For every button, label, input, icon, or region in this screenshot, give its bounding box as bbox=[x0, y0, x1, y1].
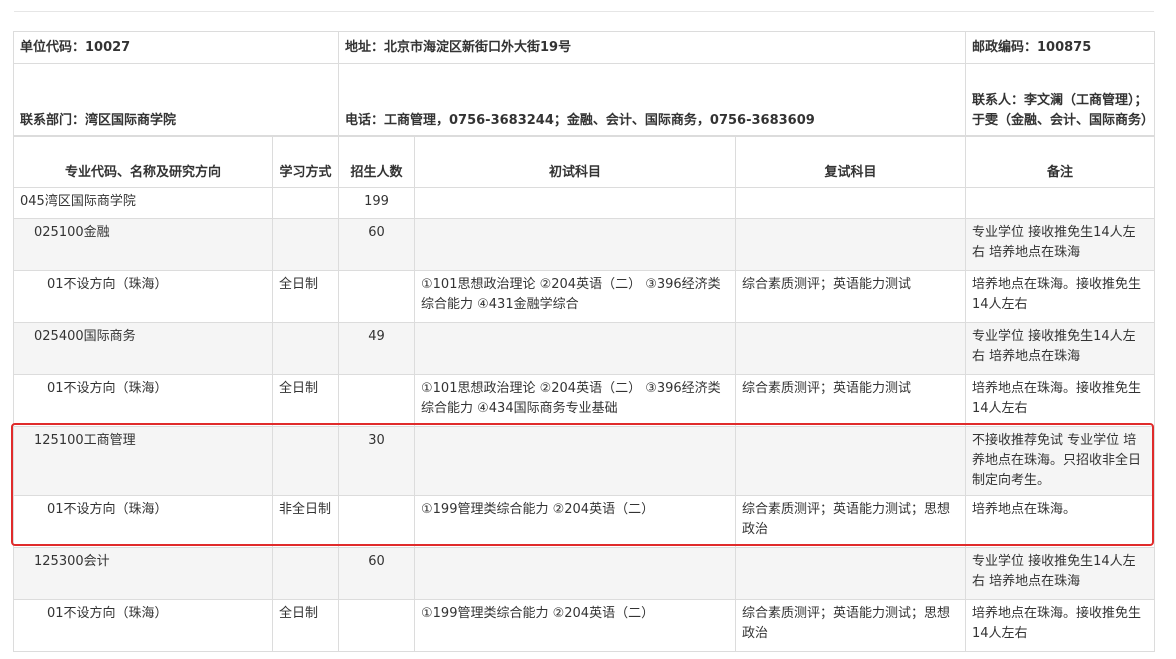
mode-cell: 全日制 bbox=[272, 374, 339, 427]
postcode: 邮政编码：100875 bbox=[965, 31, 1155, 64]
quota-cell bbox=[338, 374, 415, 427]
major-cell: 025100金融 bbox=[13, 218, 273, 271]
quota-cell: 60 bbox=[338, 547, 415, 600]
exam-cell bbox=[414, 547, 736, 600]
address: 地址：北京市海淀区新街口外大街19号 bbox=[338, 31, 966, 64]
mode-cell: 非全日制 bbox=[272, 495, 339, 548]
note-cell: 专业学位 接收推免生14人左右 培养地点在珠海 bbox=[965, 547, 1155, 600]
table-header-row: 专业代码、名称及研究方向 学习方式 招生人数 初试科目 复试科目 备注 bbox=[13, 136, 1155, 188]
exam-cell: ①101思想政治理论 ②204英语（二） ③396经济类综合能力 ④434国际商… bbox=[414, 374, 736, 427]
exam-cell: ①101思想政治理论 ②204英语（二） ③396经济类综合能力 ④431金融学… bbox=[414, 270, 736, 323]
retest-cell: 综合素质测评；英语能力测试；思想政治 bbox=[735, 599, 966, 652]
table-row: 01不设方向（珠海） 非全日制 ①199管理类综合能力 ②204英语（二） 综合… bbox=[13, 495, 1155, 548]
retest-cell: 综合素质测评；英语能力测试 bbox=[735, 374, 966, 427]
note-cell: 专业学位 接收推免生14人左右 培养地点在珠海 bbox=[965, 322, 1155, 375]
retest-cell bbox=[735, 426, 966, 496]
header-exam: 初试科目 bbox=[414, 136, 736, 188]
table-row: 045湾区国际商学院 199 bbox=[13, 187, 1155, 219]
major-cell: 01不设方向（珠海） bbox=[13, 599, 273, 652]
quota-cell: 30 bbox=[338, 426, 415, 496]
retest-cell bbox=[735, 547, 966, 600]
major-cell: 045湾区国际商学院 bbox=[13, 187, 273, 219]
major-cell: 01不设方向（珠海） bbox=[13, 270, 273, 323]
note-cell: 培养地点在珠海。接收推免生14人左右 bbox=[965, 270, 1155, 323]
phone: 电话：工商管理，0756-3683244；金融、会计、国际商务，0756-368… bbox=[338, 63, 966, 136]
retest-cell bbox=[735, 322, 966, 375]
quota-cell bbox=[338, 270, 415, 323]
quota-cell: 199 bbox=[338, 187, 415, 219]
note-cell: 培养地点在珠海。接收推免生14人左右 bbox=[965, 374, 1155, 427]
exam-cell bbox=[414, 426, 736, 496]
table-row: 125100工商管理 30 不接收推荐免试 专业学位 培养地点在珠海。只招收非全… bbox=[13, 426, 1155, 496]
note-cell: 不接收推荐免试 专业学位 培养地点在珠海。只招收非全日制定向考生。 bbox=[965, 426, 1155, 496]
table-row: 025400国际商务 49 专业学位 接收推免生14人左右 培养地点在珠海 bbox=[13, 322, 1155, 375]
note-cell: 专业学位 接收推免生14人左右 培养地点在珠海 bbox=[965, 218, 1155, 271]
table-row: 01不设方向（珠海） 全日制 ①199管理类综合能力 ②204英语（二） 综合素… bbox=[13, 599, 1155, 652]
exam-cell bbox=[414, 322, 736, 375]
retest-cell: 综合素质测评；英语能力测试 bbox=[735, 270, 966, 323]
table-row: 01不设方向（珠海） 全日制 ①101思想政治理论 ②204英语（二） ③396… bbox=[13, 270, 1155, 323]
major-cell: 01不设方向（珠海） bbox=[13, 495, 273, 548]
quota-cell bbox=[338, 599, 415, 652]
table-row: 01不设方向（珠海） 全日制 ①101思想政治理论 ②204英语（二） ③396… bbox=[13, 374, 1155, 427]
exam-cell: ①199管理类综合能力 ②204英语（二） bbox=[414, 599, 736, 652]
contact-person: 联系人：李文澜（工商管理）；于雯（金融、会计、国际商务） bbox=[965, 63, 1155, 136]
header-major: 专业代码、名称及研究方向 bbox=[13, 136, 273, 188]
contact-department: 联系部门：湾区国际商学院 bbox=[13, 63, 339, 136]
mode-cell: 全日制 bbox=[272, 599, 339, 652]
header-note: 备注 bbox=[965, 136, 1155, 188]
unit-code: 单位代码：10027 bbox=[13, 31, 339, 64]
table-row: 025100金融 60 专业学位 接收推免生14人左右 培养地点在珠海 bbox=[13, 218, 1155, 271]
mode-cell bbox=[272, 322, 339, 375]
exam-cell: ①199管理类综合能力 ②204英语（二） bbox=[414, 495, 736, 548]
header-retest: 复试科目 bbox=[735, 136, 966, 188]
mode-cell: 全日制 bbox=[272, 270, 339, 323]
major-cell: 01不设方向（珠海） bbox=[13, 374, 273, 427]
unit-info-table: 单位代码：10027 地址：北京市海淀区新街口外大街19号 邮政编码：10087… bbox=[13, 31, 1155, 136]
note-cell: 培养地点在珠海。 bbox=[965, 495, 1155, 548]
mode-cell bbox=[272, 218, 339, 271]
table-row: 125300会计 60 专业学位 接收推免生14人左右 培养地点在珠海 bbox=[13, 547, 1155, 600]
major-cell: 125100工商管理 bbox=[13, 426, 273, 496]
mode-cell bbox=[272, 547, 339, 600]
quota-cell bbox=[338, 495, 415, 548]
mode-cell bbox=[272, 187, 339, 219]
header-mode: 学习方式 bbox=[272, 136, 339, 188]
quota-cell: 60 bbox=[338, 218, 415, 271]
retest-cell: 综合素质测评；英语能力测试；思想政治 bbox=[735, 495, 966, 548]
mode-cell bbox=[272, 426, 339, 496]
retest-cell bbox=[735, 218, 966, 271]
header-quota: 招生人数 bbox=[338, 136, 415, 188]
exam-cell bbox=[414, 218, 736, 271]
program-table: 专业代码、名称及研究方向 学习方式 招生人数 初试科目 复试科目 备注 045湾… bbox=[13, 136, 1155, 652]
note-cell bbox=[965, 187, 1155, 219]
exam-cell bbox=[414, 187, 736, 219]
quota-cell: 49 bbox=[338, 322, 415, 375]
major-cell: 125300会计 bbox=[13, 547, 273, 600]
top-divider bbox=[14, 11, 1154, 12]
retest-cell bbox=[735, 187, 966, 219]
major-cell: 025400国际商务 bbox=[13, 322, 273, 375]
note-cell: 培养地点在珠海。接收推免生14人左右 bbox=[965, 599, 1155, 652]
